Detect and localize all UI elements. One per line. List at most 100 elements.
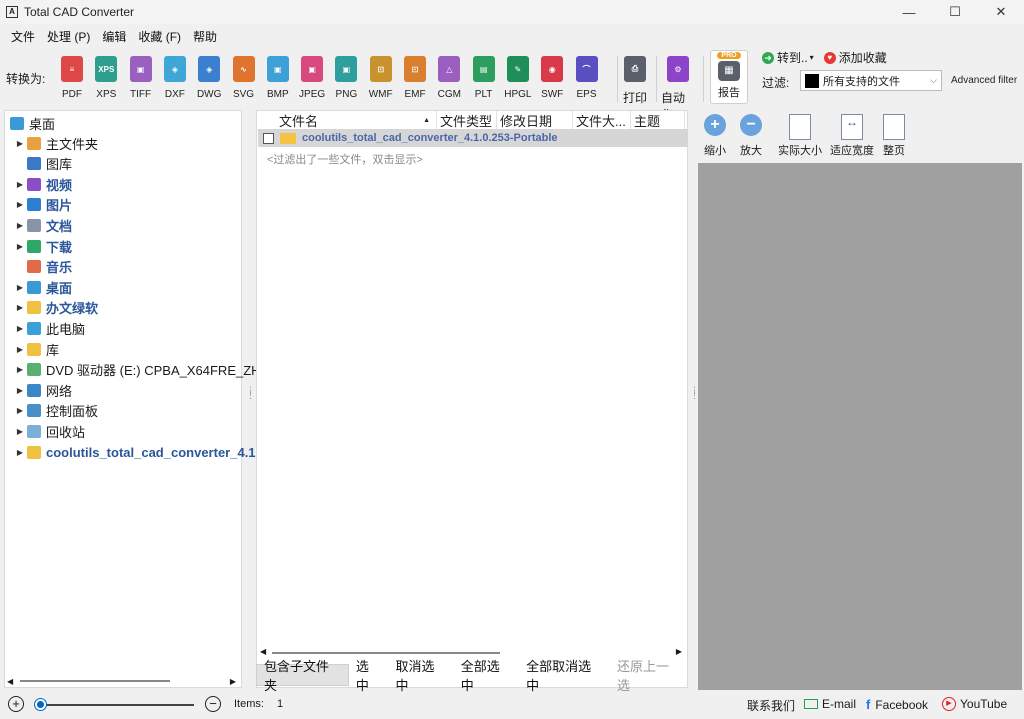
expand-arrow-icon[interactable]: ▶ (15, 448, 25, 457)
convert-cgm-button[interactable]: △ CGM (432, 56, 466, 100)
convert-eps-button[interactable]: ⌒ EPS (570, 56, 604, 100)
column-header-name[interactable]: 文件名 ▲ (279, 111, 437, 129)
convert-hpgl-button[interactable]: ✎ HPGL (501, 56, 535, 100)
tree-item[interactable]: ▶ DVD 驱动器 (E:) CPBA_X64FRE_ZH-CN (15, 360, 284, 380)
expand-arrow-icon[interactable]: ▶ (15, 345, 25, 354)
menu-help[interactable]: 帮助 (187, 28, 223, 45)
full-page-button[interactable]: 整页 (883, 114, 905, 158)
zoom-in-button[interactable]: − 放大 (740, 114, 762, 158)
youtube-link[interactable]: ▶ YouTube (942, 697, 1007, 711)
tree-item[interactable]: 音乐 (15, 257, 72, 277)
column-header-size[interactable]: 文件大... (573, 111, 631, 129)
goto-button[interactable]: 转到.. (777, 49, 808, 66)
menu-file[interactable]: 文件 (5, 28, 41, 45)
tree-item[interactable]: ▶ 控制面板 (15, 401, 98, 421)
column-header-type[interactable]: 文件类型 (437, 111, 497, 129)
facebook-link[interactable]: f Facebook (866, 697, 928, 712)
actual-size-button[interactable]: 实际大小 (778, 114, 822, 158)
expand-arrow-icon[interactable]: ▶ (15, 324, 25, 333)
row-checkbox[interactable] (263, 132, 274, 144)
convert-wmf-button[interactable]: ⊡ WMF (364, 56, 398, 100)
convert-emf-button[interactable]: ⊡ EMF (398, 56, 432, 100)
print-button[interactable]: ⎙ 打印 (618, 56, 652, 106)
expand-arrow-icon[interactable]: ▶ (15, 200, 25, 209)
tree-item[interactable]: ▶ 视频 (15, 174, 72, 194)
expand-arrow-icon[interactable]: ▶ (15, 406, 25, 415)
menu-favorites[interactable]: 收藏 (F) (132, 28, 187, 45)
convert-pdf-button[interactable]: ≡ PDF (55, 56, 89, 100)
tree-item[interactable]: ▶ coolutils_total_cad_converter_4.1 (15, 442, 256, 462)
scroll-left-icon[interactable]: ◀ (7, 677, 13, 686)
fit-width-button[interactable]: ↔ 适应宽度 (830, 114, 874, 158)
dropdown-arrow-icon[interactable]: ▾ (810, 53, 814, 62)
tree-item[interactable]: ▶ 此电脑 (15, 318, 85, 338)
minimize-button[interactable]: — (886, 0, 932, 24)
zoom-out-button[interactable]: + 缩小 (704, 114, 726, 158)
expand-arrow-icon[interactable]: ▶ (15, 365, 25, 374)
zoom-out-icon[interactable]: − (205, 696, 221, 712)
include-subfolders-button[interactable]: 包含子文件夹 (256, 659, 349, 693)
convert-plt-button[interactable]: ▤ PLT (467, 56, 501, 100)
email-link[interactable]: E-mail (804, 697, 856, 711)
tree-item[interactable]: ▶ 下载 (15, 236, 72, 256)
left-splitter[interactable]: ⋮ ⋮ (246, 386, 255, 408)
tree-item[interactable]: ▶ 文档 (15, 215, 72, 235)
filter-select[interactable]: 所有支持的文件 ⌵ (800, 70, 942, 91)
expand-arrow-icon[interactable]: ▶ (15, 427, 25, 436)
convert-jpeg-button[interactable]: ▣ JPEG (295, 56, 329, 100)
scroll-thumb[interactable] (272, 652, 500, 654)
advanced-filter-link[interactable]: Advanced filter (951, 75, 1017, 86)
uncheck-all-button[interactable]: 全部取消选中 (519, 659, 610, 693)
expand-arrow-icon[interactable]: ▶ (15, 242, 25, 251)
preview-area[interactable] (698, 163, 1022, 690)
convert-tiff-button[interactable]: ▣ TIFF (124, 56, 158, 100)
menu-process[interactable]: 处理 (P) (41, 28, 96, 45)
tree-item[interactable]: ▶ 办文绿软 (15, 298, 98, 318)
scroll-right-icon[interactable]: ▶ (676, 647, 682, 656)
zoom-slider-track[interactable] (36, 704, 194, 706)
check-button[interactable]: 选中 (349, 659, 389, 693)
convert-xps-button[interactable]: XPS XPS (89, 56, 123, 100)
add-favorite-button[interactable]: 添加收藏 (839, 49, 887, 66)
scroll-thumb[interactable] (20, 680, 170, 682)
folder-tree[interactable]: 桌面 ▶ 主文件夹 图库 ▶ 视频 ▶ 图片 ▶ 文档 ▶ 下载 音乐 ▶ 桌面 ▶ 办文绿软 ▶ 此电脑 ▶ 库 ▶ D… (4, 110, 284, 688)
scroll-right-icon[interactable]: ▶ (230, 677, 236, 686)
file-row[interactable]: coolutils_total_cad_converter_4.1.0.253-… (258, 129, 688, 147)
uncheck-button[interactable]: 取消选中 (389, 659, 454, 693)
tree-item[interactable]: ▶ 网络 (15, 380, 72, 400)
zoom-in-icon[interactable]: + (8, 696, 24, 712)
expand-arrow-icon[interactable]: ▶ (15, 139, 25, 148)
check-all-button[interactable]: 全部选中 (454, 659, 519, 693)
column-header-subject[interactable]: 主题 (631, 111, 685, 129)
column-header-date[interactable]: 修改日期 (497, 111, 573, 129)
convert-svg-button[interactable]: ∿ SVG (227, 56, 261, 100)
tree-item[interactable]: 图库 (15, 154, 72, 174)
zoom-slider-thumb[interactable] (35, 699, 46, 710)
close-button[interactable]: ✕ (978, 0, 1024, 24)
convert-dxf-button[interactable]: ◈ DXF (158, 56, 192, 100)
tree-item[interactable]: ▶ 桌面 (15, 277, 72, 297)
menu-edit[interactable]: 编辑 (96, 28, 132, 45)
expand-arrow-icon[interactable]: ▶ (15, 180, 25, 189)
expand-arrow-icon[interactable]: ▶ (15, 303, 25, 312)
tree-root[interactable]: 桌面 (8, 113, 55, 133)
expand-arrow-icon[interactable]: ▶ (15, 386, 25, 395)
convert-bmp-button[interactable]: ▣ BMP (261, 56, 295, 100)
tree-horizontal-scrollbar[interactable]: ◀ ▶ (4, 674, 242, 688)
maximize-button[interactable]: ☐ (932, 0, 978, 24)
contact-us-link[interactable]: 联系我们 (747, 697, 795, 714)
convert-png-button[interactable]: ▣ PNG (329, 56, 363, 100)
convert-swf-button[interactable]: ◉ SWF (535, 56, 569, 100)
convert-dwg-button[interactable]: ◈ DWG (192, 56, 226, 100)
expand-arrow-icon[interactable]: ▶ (15, 283, 25, 292)
restore-selection-button[interactable]: 还原上一选 (610, 659, 688, 693)
report-button[interactable]: PRO ▦ 报告 (710, 50, 748, 104)
tree-item[interactable]: ▶ 回收站 (15, 421, 85, 441)
tree-item[interactable]: ▶ 库 (15, 339, 59, 359)
filter-hint[interactable]: <过滤出了一些文件，双击显示> (267, 151, 423, 167)
right-splitter[interactable]: ⋮ ⋮ (690, 386, 699, 408)
expand-arrow-icon[interactable]: ▶ (15, 221, 25, 230)
tree-item[interactable]: ▶ 图片 (15, 195, 72, 215)
scroll-left-icon[interactable]: ◀ (260, 647, 266, 656)
tree-item[interactable]: ▶ 主文件夹 (15, 133, 98, 153)
